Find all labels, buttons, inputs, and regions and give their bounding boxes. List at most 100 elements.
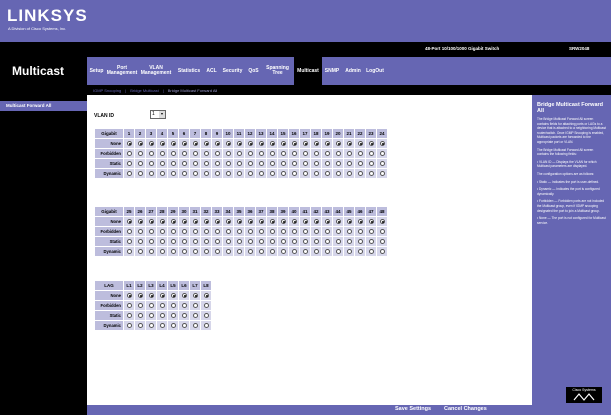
radio-button[interactable] [291, 219, 297, 225]
radio-button[interactable] [159, 229, 165, 235]
radio-button[interactable] [302, 161, 308, 167]
radio-button[interactable] [302, 151, 308, 157]
left-nav-item-multicast-forward-all[interactable]: Multicast Forward All [0, 101, 87, 111]
radio-button[interactable] [302, 171, 308, 177]
subnav-bridge-multicast-forward-all[interactable]: Bridge Multicast Forward All [164, 88, 222, 93]
radio-button[interactable] [214, 141, 220, 147]
radio-button[interactable] [137, 161, 143, 167]
radio-button[interactable] [346, 249, 352, 255]
radio-button[interactable] [181, 293, 187, 299]
radio-button[interactable] [368, 151, 374, 157]
radio-button[interactable] [181, 219, 187, 225]
radio-button[interactable] [324, 249, 330, 255]
radio-button[interactable] [148, 151, 154, 157]
radio-button[interactable] [214, 171, 220, 177]
radio-button[interactable] [181, 303, 187, 309]
radio-button[interactable] [247, 141, 253, 147]
radio-button[interactable] [313, 151, 319, 157]
radio-button[interactable] [236, 161, 242, 167]
radio-button[interactable] [357, 161, 363, 167]
radio-button[interactable] [181, 161, 187, 167]
radio-button[interactable] [313, 141, 319, 147]
radio-button[interactable] [324, 141, 330, 147]
radio-button[interactable] [203, 249, 209, 255]
radio-button[interactable] [225, 219, 231, 225]
radio-button[interactable] [137, 219, 143, 225]
radio-button[interactable] [379, 141, 385, 147]
radio-button[interactable] [225, 141, 231, 147]
radio-button[interactable] [379, 151, 385, 157]
radio-button[interactable] [357, 249, 363, 255]
radio-button[interactable] [181, 141, 187, 147]
radio-button[interactable] [236, 249, 242, 255]
radio-button[interactable] [346, 219, 352, 225]
radio-button[interactable] [126, 141, 132, 147]
tab-setup[interactable]: Setup [87, 57, 106, 85]
radio-button[interactable] [269, 141, 275, 147]
radio-button[interactable] [269, 151, 275, 157]
radio-button[interactable] [313, 239, 319, 245]
radio-button[interactable] [170, 219, 176, 225]
tab-logout[interactable]: LogOut [364, 57, 386, 85]
radio-button[interactable] [313, 249, 319, 255]
radio-button[interactable] [236, 141, 242, 147]
radio-button[interactable] [258, 141, 264, 147]
radio-button[interactable] [313, 161, 319, 167]
radio-button[interactable] [214, 249, 220, 255]
radio-button[interactable] [148, 249, 154, 255]
radio-button[interactable] [302, 239, 308, 245]
radio-button[interactable] [335, 141, 341, 147]
radio-button[interactable] [170, 161, 176, 167]
radio-button[interactable] [269, 249, 275, 255]
radio-button[interactable] [137, 171, 143, 177]
radio-button[interactable] [203, 141, 209, 147]
radio-button[interactable] [148, 161, 154, 167]
radio-button[interactable] [346, 141, 352, 147]
radio-button[interactable] [170, 239, 176, 245]
tab-snmp[interactable]: SNMP [322, 57, 342, 85]
radio-button[interactable] [313, 219, 319, 225]
radio-button[interactable] [291, 239, 297, 245]
radio-button[interactable] [126, 303, 132, 309]
radio-button[interactable] [137, 249, 143, 255]
radio-button[interactable] [159, 249, 165, 255]
radio-button[interactable] [324, 239, 330, 245]
radio-button[interactable] [269, 239, 275, 245]
tab-security[interactable]: Security [219, 57, 246, 85]
radio-button[interactable] [291, 249, 297, 255]
radio-button[interactable] [291, 161, 297, 167]
radio-button[interactable] [258, 219, 264, 225]
radio-button[interactable] [346, 161, 352, 167]
radio-button[interactable] [192, 161, 198, 167]
radio-button[interactable] [368, 161, 374, 167]
radio-button[interactable] [126, 323, 132, 329]
radio-button[interactable] [137, 323, 143, 329]
radio-button[interactable] [170, 141, 176, 147]
tab-port-management[interactable]: Port Management [106, 57, 138, 85]
radio-button[interactable] [236, 239, 242, 245]
radio-button[interactable] [159, 293, 165, 299]
radio-button[interactable] [368, 219, 374, 225]
radio-button[interactable] [159, 141, 165, 147]
radio-button[interactable] [137, 239, 143, 245]
subnav-igmp-snooping[interactable]: IGMP Snooping [89, 88, 125, 93]
radio-button[interactable] [357, 219, 363, 225]
radio-button[interactable] [137, 303, 143, 309]
radio-button[interactable] [203, 323, 209, 329]
radio-button[interactable] [137, 151, 143, 157]
radio-button[interactable] [170, 313, 176, 319]
radio-button[interactable] [126, 171, 132, 177]
radio-button[interactable] [159, 323, 165, 329]
radio-button[interactable] [159, 239, 165, 245]
radio-button[interactable] [170, 229, 176, 235]
radio-button[interactable] [280, 151, 286, 157]
radio-button[interactable] [159, 313, 165, 319]
radio-button[interactable] [335, 249, 341, 255]
radio-button[interactable] [192, 151, 198, 157]
radio-button[interactable] [258, 249, 264, 255]
radio-button[interactable] [313, 229, 319, 235]
radio-button[interactable] [225, 249, 231, 255]
radio-button[interactable] [236, 171, 242, 177]
radio-button[interactable] [346, 171, 352, 177]
radio-button[interactable] [126, 229, 132, 235]
